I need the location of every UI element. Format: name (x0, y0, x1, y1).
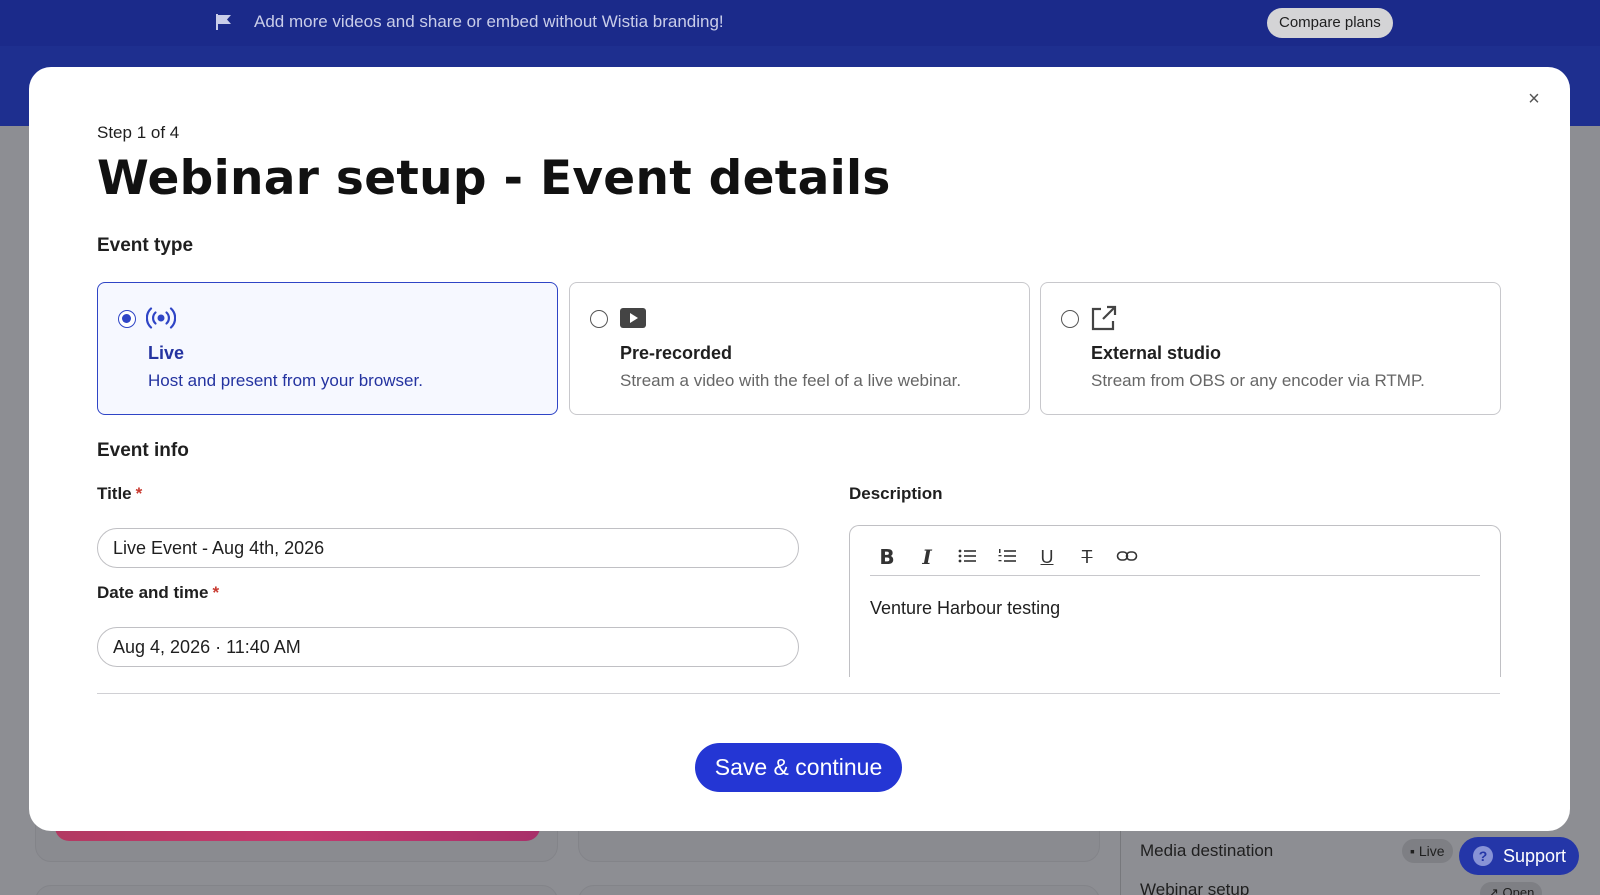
event-type-name: Live (148, 343, 185, 363)
event-type-description: Host and present from your browser. (148, 371, 423, 390)
webinar-setup-modal: × Step 1 of 4 Webinar setup - Event deta… (29, 67, 1570, 831)
title-label-text: Title (97, 484, 132, 503)
live-tag-label: Live (1418, 843, 1445, 859)
date-time-label: Date and time * (97, 583, 219, 603)
compare-plans-button[interactable]: Compare plans (1267, 8, 1393, 38)
support-label: Support (1503, 845, 1567, 866)
media-destination-label: Media destination (1140, 841, 1274, 860)
close-icon[interactable]: × (1524, 89, 1544, 109)
save-continue-button[interactable]: Save & continue (695, 743, 902, 792)
event-type-heading: Event type (97, 235, 194, 256)
description-editor[interactable]: B I U T Venture Harbour testing (849, 525, 1501, 677)
date-time-input[interactable] (97, 627, 799, 667)
required-marker: * (135, 484, 143, 503)
italic-icon[interactable]: I (916, 546, 938, 568)
banner-message: Add more videos and share or embed witho… (254, 12, 724, 31)
editor-toolbar: B I U T (870, 538, 1480, 576)
background-card (578, 885, 1100, 895)
live-tag: ▪ Live (1402, 839, 1453, 863)
open-tag: ↗ Open (1480, 882, 1543, 895)
event-type-name: Pre-recorded (620, 343, 733, 363)
required-marker: * (212, 583, 220, 602)
help-icon: ? (1473, 846, 1493, 866)
radio-pre-recorded[interactable] (590, 310, 608, 328)
event-type-name: External studio (1091, 343, 1222, 363)
radio-live[interactable] (118, 310, 136, 328)
background-card (35, 885, 558, 895)
event-type-description: Stream from OBS or any encoder via RTMP. (1091, 371, 1425, 390)
event-type-pre-recorded[interactable]: Pre-recorded Stream a video with the fee… (569, 282, 1030, 415)
strikethrough-icon[interactable]: T (1076, 546, 1098, 568)
event-type-description: Stream a video with the feel of a live w… (620, 371, 962, 390)
event-type-live[interactable]: Live Host and present from your browser. (97, 282, 558, 415)
description-label: Description (849, 484, 943, 503)
flag-icon (216, 14, 231, 30)
bulleted-list-icon[interactable] (956, 546, 978, 568)
webinar-setup-label: Webinar setup (1140, 880, 1250, 895)
date-time-label-text: Date and time (97, 583, 209, 602)
numbered-list-icon[interactable] (996, 546, 1018, 568)
footer-divider (97, 693, 1500, 694)
page-title: Webinar setup - Event details (97, 151, 891, 206)
promo-banner: Add more videos and share or embed witho… (0, 0, 1600, 46)
event-type-external-studio[interactable]: External studio Stream from OBS or any e… (1040, 282, 1501, 415)
underline-icon[interactable]: U (1036, 546, 1058, 568)
external-link-icon (1091, 305, 1117, 331)
link-icon[interactable] (1116, 546, 1138, 568)
video-play-icon (620, 308, 646, 328)
step-indicator: Step 1 of 4 (97, 123, 180, 142)
radio-external-studio[interactable] (1061, 310, 1079, 328)
support-button[interactable]: ? Support (1459, 837, 1579, 875)
open-tag-label: Open (1502, 885, 1535, 895)
title-input[interactable] (97, 528, 799, 568)
description-text[interactable]: Venture Harbour testing (870, 598, 1060, 619)
title-label: Title * (97, 484, 142, 504)
event-info-heading: Event info (97, 440, 189, 461)
broadcast-icon (146, 307, 176, 329)
bold-icon[interactable]: B (876, 546, 898, 568)
